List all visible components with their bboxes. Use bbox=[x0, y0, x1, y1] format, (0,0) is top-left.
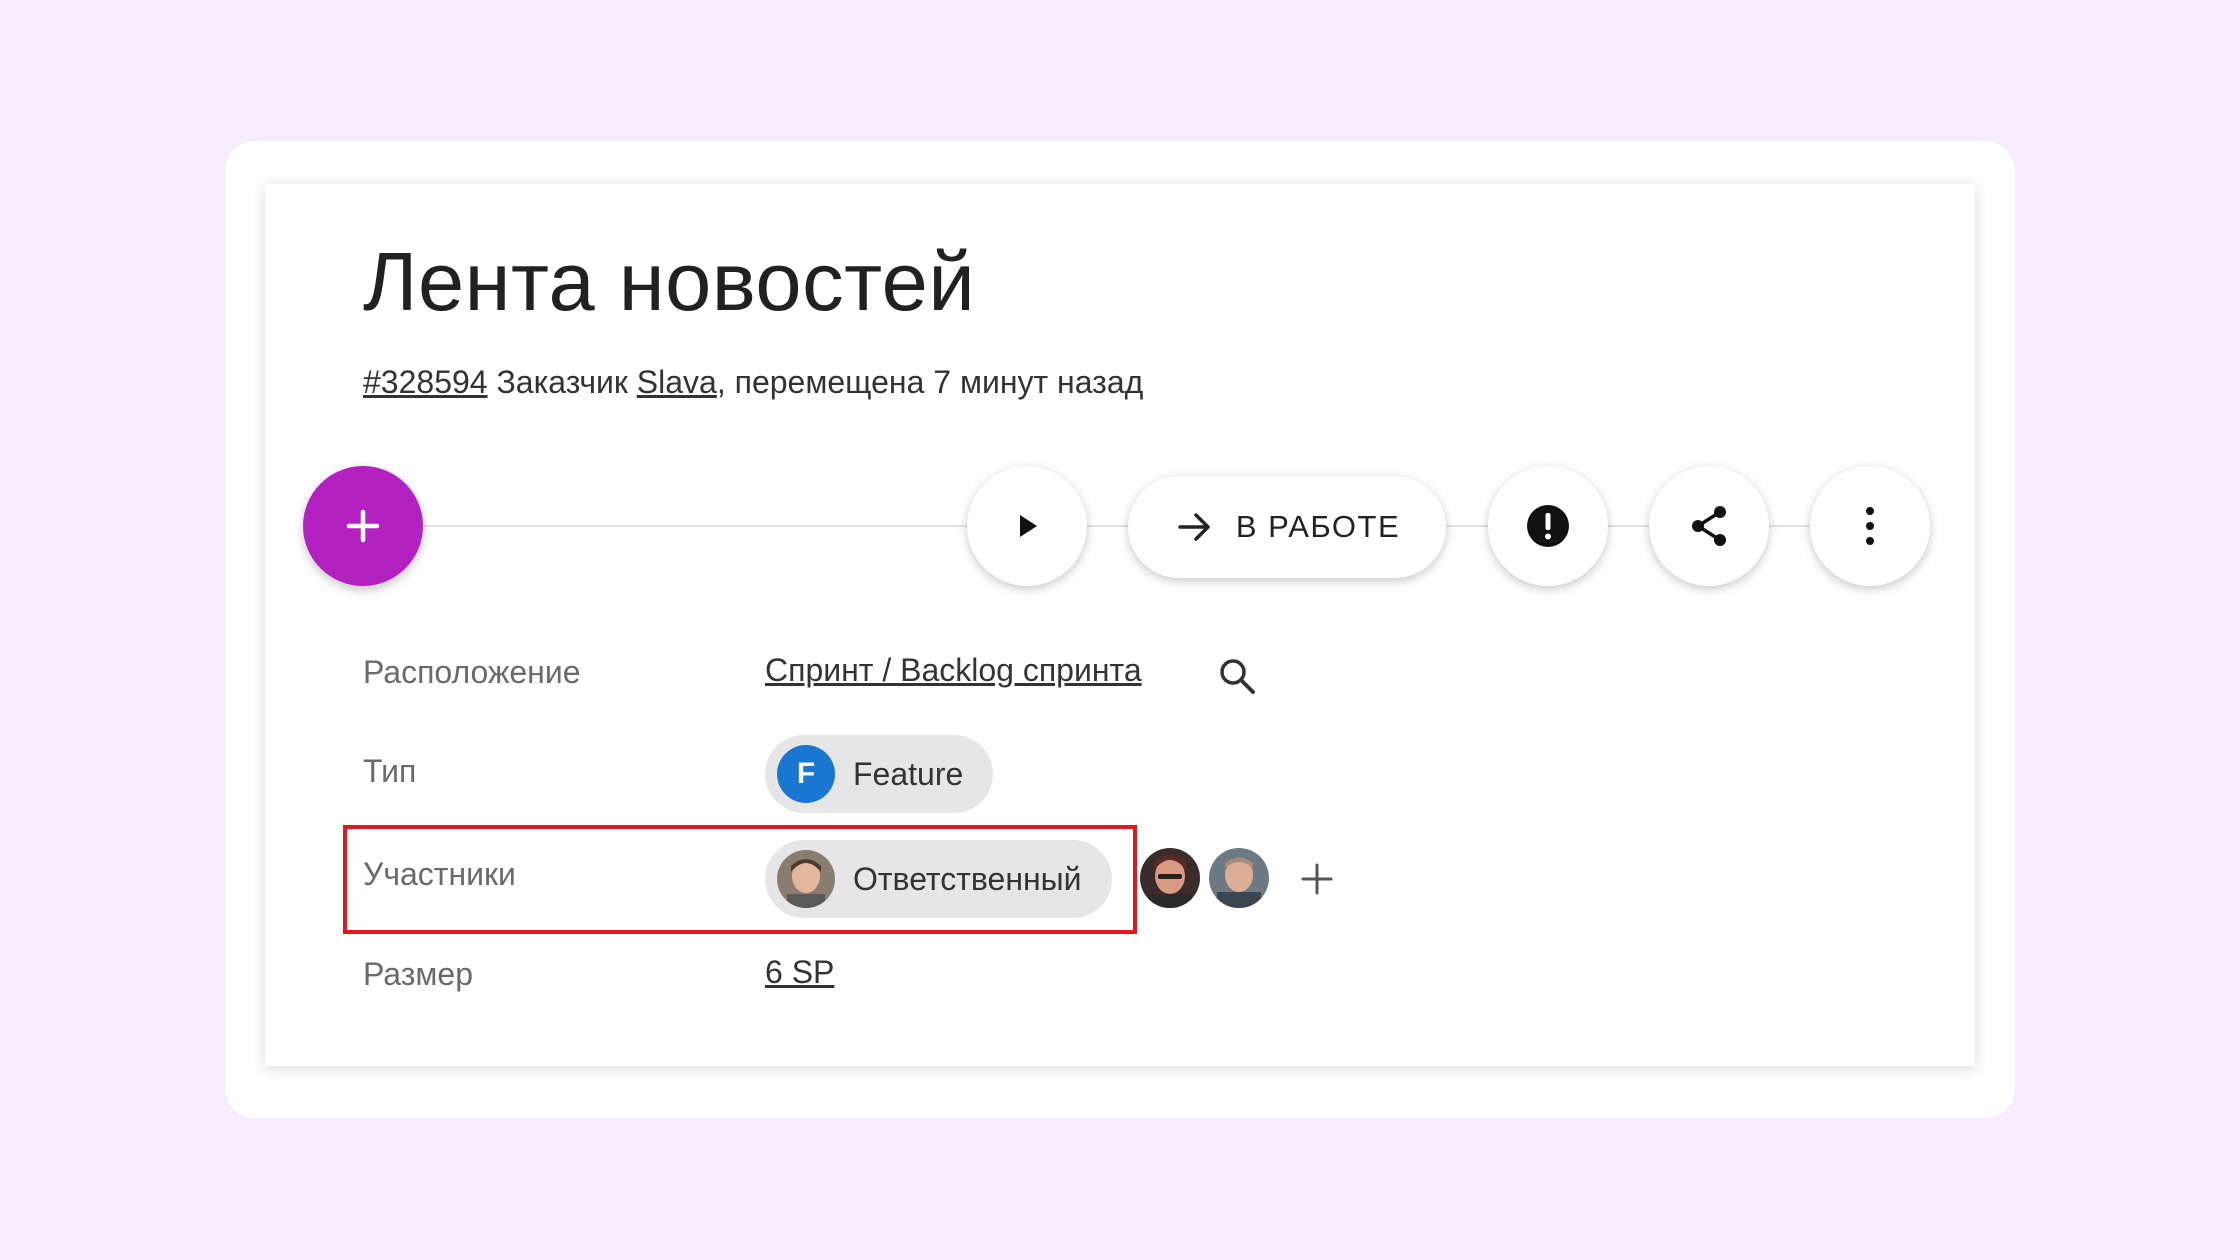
more-button[interactable] bbox=[1810, 466, 1930, 586]
plus-icon bbox=[1301, 863, 1333, 895]
location-link[interactable]: Спринт / Backlog спринта bbox=[765, 652, 1142, 689]
play-button[interactable] bbox=[967, 466, 1087, 586]
status-label: В РАБОТЕ bbox=[1235, 509, 1401, 544]
type-value: Feature bbox=[853, 755, 964, 792]
task-card: Лента новостей #328594 Заказчик Slava, п… bbox=[265, 184, 1975, 1066]
alert-circle-icon bbox=[1527, 505, 1569, 547]
status-button[interactable]: В РАБОТЕ bbox=[1128, 476, 1446, 578]
customer-prefix: Заказчик bbox=[496, 364, 628, 400]
members-label: Участники bbox=[363, 856, 516, 892]
size-link[interactable]: 6 SP bbox=[765, 954, 834, 991]
page-title: Лента новостей bbox=[363, 235, 976, 328]
search-icon bbox=[1220, 659, 1255, 694]
assignee-chip[interactable]: Ответственный bbox=[765, 840, 1112, 918]
location-label: Расположение bbox=[363, 654, 581, 690]
member-avatar[interactable] bbox=[1209, 848, 1269, 908]
size-label: Размер bbox=[363, 956, 473, 992]
type-badge: F bbox=[777, 745, 835, 803]
play-icon bbox=[1020, 515, 1037, 537]
assignee-avatar bbox=[777, 850, 835, 908]
share-button[interactable] bbox=[1649, 466, 1769, 586]
assignee-role: Ответственный bbox=[853, 860, 1082, 897]
arrow-right-icon bbox=[1178, 513, 1210, 541]
type-label: Тип bbox=[363, 753, 417, 789]
add-member-button[interactable] bbox=[1292, 854, 1342, 904]
plus-icon bbox=[346, 509, 380, 543]
moved-text: , перемещена 7 минут назад bbox=[716, 364, 1144, 400]
add-button[interactable] bbox=[303, 466, 423, 586]
alert-button[interactable] bbox=[1488, 466, 1608, 586]
task-meta: #328594 Заказчик Slava, перемещена 7 мин… bbox=[363, 364, 1143, 401]
customer-link[interactable]: Slava bbox=[637, 364, 717, 400]
location-search-button[interactable] bbox=[1215, 654, 1259, 698]
more-vertical-icon bbox=[1866, 507, 1874, 545]
member-avatar[interactable] bbox=[1140, 848, 1200, 908]
task-id-link[interactable]: #328594 bbox=[363, 364, 488, 400]
type-chip[interactable]: F Feature bbox=[765, 735, 994, 813]
share-icon bbox=[1692, 506, 1726, 546]
